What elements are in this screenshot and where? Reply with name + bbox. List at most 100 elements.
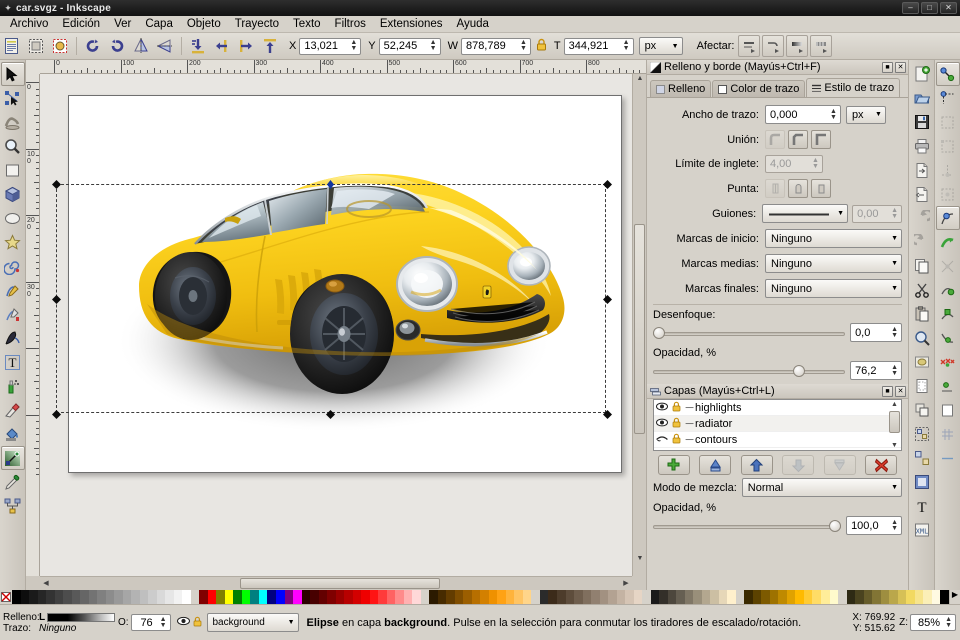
palette-swatch[interactable]: [267, 590, 276, 604]
menu-trayecto[interactable]: Trayecto: [228, 17, 286, 31]
menu-capa[interactable]: Capa: [138, 17, 180, 31]
snap-rotation-center-icon[interactable]: [936, 374, 960, 398]
unlock-icon[interactable]: [669, 417, 684, 430]
affect-stroke-width-icon[interactable]: [738, 35, 760, 57]
group-icon[interactable]: [910, 422, 934, 446]
y-field[interactable]: ▲▼: [379, 38, 441, 55]
lower-icon[interactable]: [211, 35, 233, 57]
palette-swatch[interactable]: [148, 590, 157, 604]
select-all-icon[interactable]: [1, 35, 23, 57]
save-icon[interactable]: [910, 110, 934, 134]
zoom-drawing-icon[interactable]: [910, 350, 934, 374]
palette-swatch[interactable]: [276, 590, 285, 604]
raise-layer-top-button[interactable]: [699, 455, 731, 475]
palette-swatch[interactable]: [795, 590, 804, 604]
palette-swatch[interactable]: [497, 590, 506, 604]
menu-edicion[interactable]: Edición: [55, 17, 107, 31]
palette-swatch[interactable]: [131, 590, 140, 604]
layers-dialog-close-button[interactable]: ✕: [895, 386, 906, 397]
dialog-menu-button[interactable]: ■: [882, 62, 893, 73]
palette-swatch[interactable]: [361, 590, 370, 604]
palette-swatch[interactable]: [421, 590, 430, 604]
scroll-right-icon[interactable]: ▶: [621, 579, 631, 587]
open-document-icon[interactable]: [910, 86, 934, 110]
print-icon[interactable]: [910, 134, 934, 158]
palette-swatch[interactable]: [574, 590, 583, 604]
palette-swatch[interactable]: [753, 590, 762, 604]
palette-swatch[interactable]: [233, 590, 242, 604]
palette-swatch[interactable]: [344, 590, 353, 604]
layer-row[interactable]: ─ highlights: [654, 400, 901, 416]
w-input[interactable]: [466, 39, 518, 54]
palette-swatch[interactable]: [651, 590, 660, 604]
miter-stepper[interactable]: ▲▼: [810, 158, 821, 170]
palette-swatch[interactable]: [353, 590, 362, 604]
spiral-tool[interactable]: [1, 254, 25, 278]
x-field[interactable]: ▲▼: [299, 38, 361, 55]
palette-swatch[interactable]: [540, 590, 549, 604]
eye-icon[interactable]: [654, 418, 669, 429]
gradient-tool[interactable]: [1, 446, 25, 470]
palette-swatch[interactable]: [327, 590, 336, 604]
raise-layer-button[interactable]: [741, 455, 773, 475]
eye-icon[interactable]: [654, 402, 669, 413]
affect-gradients-icon[interactable]: [786, 35, 808, 57]
palette-swatch[interactable]: [531, 590, 540, 604]
eye-icon[interactable]: [177, 616, 190, 629]
raise-to-top-icon[interactable]: [187, 35, 209, 57]
drawing-canvas[interactable]: [40, 74, 646, 576]
maximize-button[interactable]: □: [921, 2, 938, 14]
text-panel-icon[interactable]: T: [910, 494, 934, 518]
menu-ayuda[interactable]: Ayuda: [450, 17, 496, 31]
zoom-tool[interactable]: [1, 134, 25, 158]
cap-round-icon[interactable]: [788, 179, 808, 198]
blur-slider-knob[interactable]: [653, 327, 665, 339]
layer-list[interactable]: ─ highlights ─ radiator: [653, 399, 902, 451]
palette-swatch[interactable]: [506, 590, 515, 604]
dash-offset-stepper[interactable]: ▲▼: [889, 208, 900, 220]
palette-swatch[interactable]: [336, 590, 345, 604]
vertical-ruler[interactable]: 0100200300: [26, 74, 40, 576]
snap-object-center-icon[interactable]: [936, 350, 960, 374]
cap-butt-icon[interactable]: [765, 179, 785, 198]
fill-opacity-stepper[interactable]: ▲▼: [889, 365, 900, 377]
palette-swatch[interactable]: [242, 590, 251, 604]
spray-tool[interactable]: [1, 374, 25, 398]
palette-swatch[interactable]: [310, 590, 319, 604]
affect-patterns-icon[interactable]: [810, 35, 832, 57]
zoom-field[interactable]: ▲▼: [910, 614, 956, 631]
import-icon[interactable]: [910, 158, 934, 182]
layers-dialog-menu-button[interactable]: ■: [882, 386, 893, 397]
affect-rounded-corners-icon[interactable]: [762, 35, 784, 57]
layer-list-scroll-thumb[interactable]: [889, 411, 900, 433]
palette-swatch[interactable]: [514, 590, 523, 604]
palette-swatch[interactable]: [702, 590, 711, 604]
no-color-swatch[interactable]: [0, 590, 12, 604]
selection-handle-nw[interactable]: [52, 180, 61, 189]
palette-swatch[interactable]: [821, 590, 830, 604]
palette-swatch[interactable]: [174, 590, 183, 604]
stroke-width-input[interactable]: [770, 107, 828, 122]
snap-bbox-corner-icon[interactable]: [936, 134, 960, 158]
box3d-tool[interactable]: [1, 182, 25, 206]
blur-input[interactable]: [855, 325, 889, 340]
x-stepper[interactable]: ▲▼: [348, 40, 359, 52]
palette-swatch[interactable]: [285, 590, 294, 604]
palette-swatch[interactable]: [216, 590, 225, 604]
style-indicator[interactable]: Relleno: L Trazo: Ninguno: [0, 612, 118, 634]
palette-swatch[interactable]: [855, 590, 864, 604]
palette-swatch[interactable]: [668, 590, 677, 604]
ungroup-icon[interactable]: [910, 446, 934, 470]
palette-swatch[interactable]: [412, 590, 421, 604]
menu-filtros[interactable]: Filtros: [328, 17, 373, 31]
blur-field[interactable]: ▲▼: [850, 323, 902, 342]
export-icon[interactable]: [910, 182, 934, 206]
blur-slider[interactable]: [653, 326, 845, 340]
snap-path-icon[interactable]: [936, 230, 960, 254]
layer-row[interactable]: ─ radiator: [654, 416, 901, 432]
xml-editor-icon[interactable]: XML: [910, 518, 934, 542]
menu-objeto[interactable]: Objeto: [180, 17, 228, 31]
palette-swatch[interactable]: [923, 590, 932, 604]
unlock-icon[interactable]: [193, 616, 202, 630]
rectangle-tool[interactable]: [1, 158, 25, 182]
